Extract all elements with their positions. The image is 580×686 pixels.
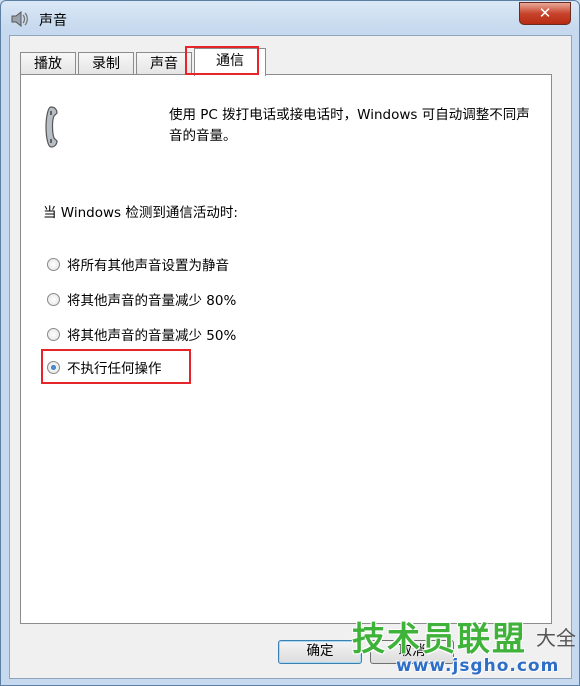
title-bar[interactable]: 声音 ✕ bbox=[1, 1, 579, 35]
option-label: 将其他声音的音量减少 80% bbox=[67, 293, 237, 309]
close-button[interactable]: ✕ bbox=[519, 2, 571, 25]
sound-dialog-window: 声音 ✕ 播放 录制 声音 通信 使用 PC 拨打电话或接电话时，Windows… bbox=[0, 0, 580, 686]
tab-strip: 播放 录制 声音 通信 bbox=[20, 48, 560, 76]
ok-button[interactable]: 确定 bbox=[278, 640, 362, 664]
communications-panel: 使用 PC 拨打电话或接电话时，Windows 可自动调整不同声音的音量。 当 … bbox=[20, 74, 552, 624]
speaker-icon bbox=[11, 10, 28, 28]
tab-recording[interactable]: 录制 bbox=[78, 52, 134, 75]
close-icon: ✕ bbox=[538, 4, 552, 22]
communications-description: 使用 PC 拨打电话或接电话时，Windows 可自动调整不同声音的音量。 bbox=[169, 107, 530, 144]
option-label: 将其他声音的音量减少 50% bbox=[67, 328, 237, 344]
section-label: 当 Windows 检测到通信活动时: bbox=[43, 205, 238, 221]
cancel-button[interactable]: 取消 bbox=[370, 640, 454, 664]
phone-handset-icon bbox=[45, 106, 58, 148]
option-do-nothing[interactable]: 不执行任何操作 bbox=[47, 356, 162, 378]
radio-button[interactable] bbox=[47, 327, 60, 341]
tab-sounds[interactable]: 声音 bbox=[136, 52, 192, 75]
radio-button-selected[interactable] bbox=[47, 360, 60, 374]
option-label: 不执行任何操作 bbox=[67, 361, 162, 377]
option-reduce-80[interactable]: 将其他声音的音量减少 80% bbox=[47, 288, 236, 310]
option-reduce-50[interactable]: 将其他声音的音量减少 50% bbox=[47, 323, 236, 345]
option-mute-all[interactable]: 将所有其他声音设置为静音 bbox=[47, 253, 229, 275]
option-label: 将所有其他声音设置为静音 bbox=[67, 258, 229, 274]
dialog-client-area: 播放 录制 声音 通信 使用 PC 拨打电话或接电话时，Windows 可自动调… bbox=[9, 35, 572, 679]
window-title: 声音 bbox=[39, 13, 67, 29]
tab-communications[interactable]: 通信 bbox=[194, 48, 266, 76]
radio-button[interactable] bbox=[47, 257, 60, 271]
radio-button[interactable] bbox=[47, 292, 60, 306]
tab-playback[interactable]: 播放 bbox=[20, 52, 76, 75]
